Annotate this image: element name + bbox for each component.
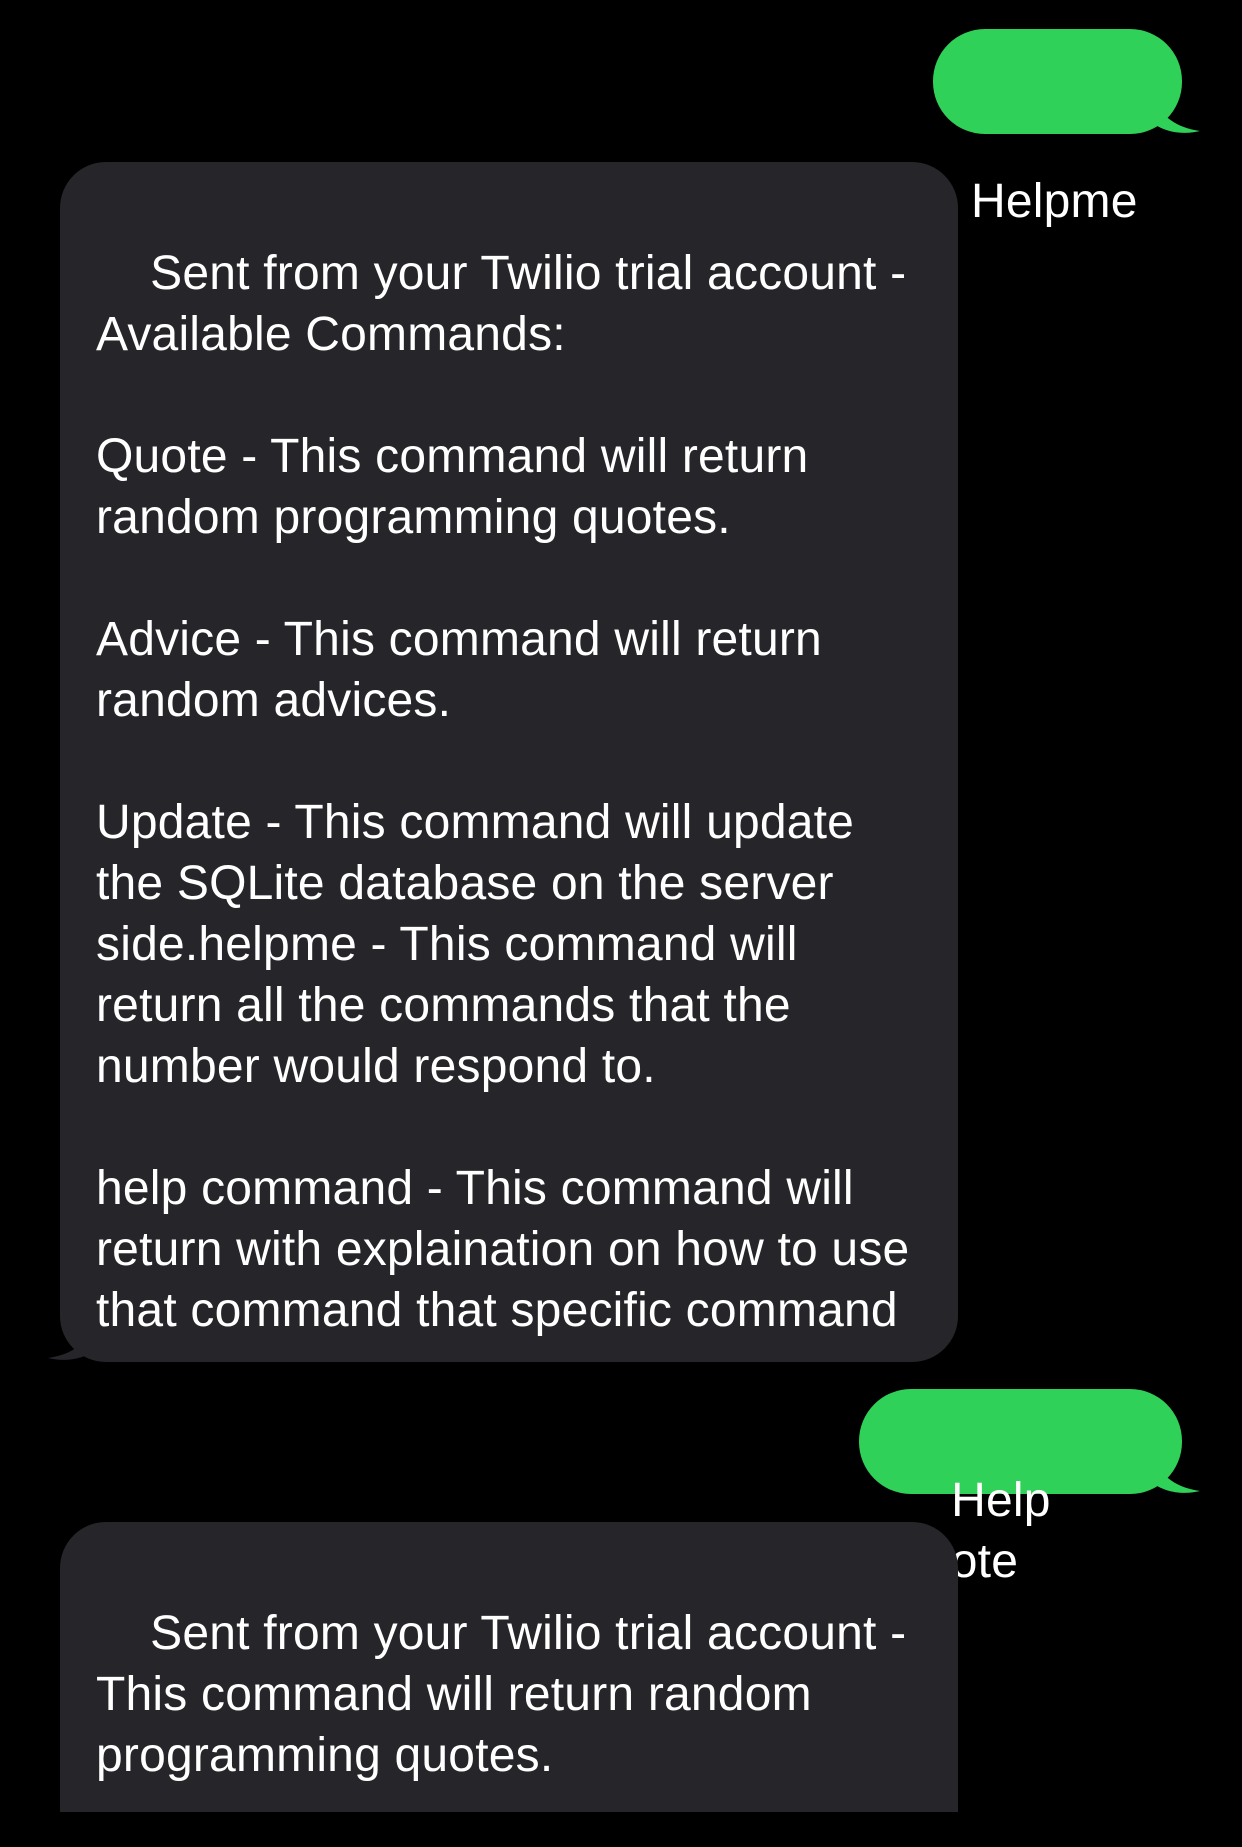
- message-text: Sent from your Twilio trial account - Av…: [96, 247, 910, 1337]
- outgoing-message-bubble[interactable]: Helpme: [933, 29, 1182, 228]
- incoming-message-bubble[interactable]: Sent from your Twilio trial account - Av…: [60, 162, 958, 1362]
- message-text: Helpme: [971, 175, 1138, 228]
- incoming-message-bubble[interactable]: Sent from your Twilio trial account - Th…: [60, 1522, 958, 1812]
- message-thread: Helpme Sent from your Twilio trial accou…: [0, 0, 1242, 1812]
- message-text: Sent from your Twilio trial account - Th…: [96, 1607, 919, 1782]
- outgoing-message-bubble[interactable]: Help quote: [859, 1389, 1182, 1588]
